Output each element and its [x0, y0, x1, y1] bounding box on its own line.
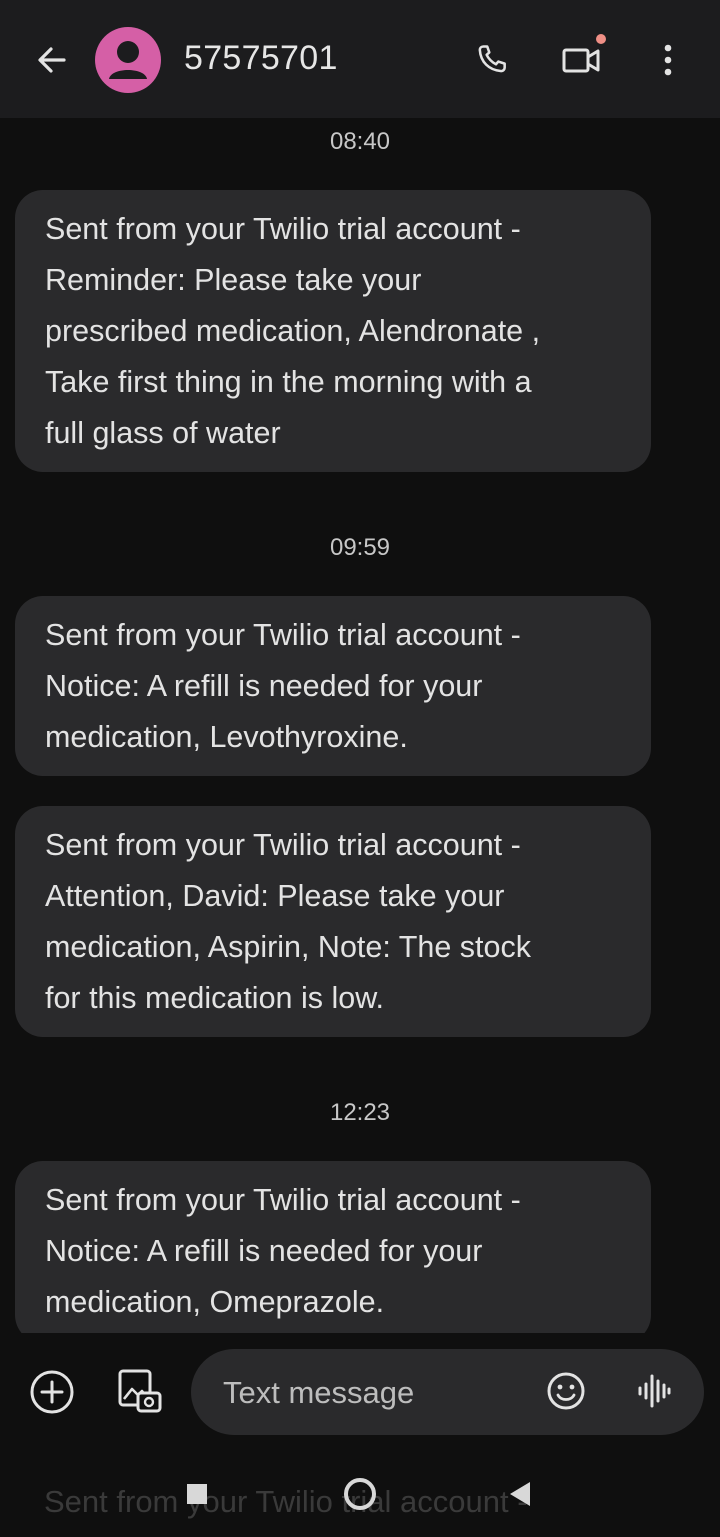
message-bubble[interactable]: Sent from your Twilio trial account - No… [15, 596, 651, 776]
message-text: Sent from your Twilio trial account - No… [45, 618, 521, 754]
message-text: Sent from your Twilio trial account - At… [45, 828, 531, 1015]
contact-name[interactable]: 57575701 [184, 39, 338, 78]
timestamp: 09:59 [329, 534, 391, 561]
voice-waveform-icon[interactable] [632, 1367, 676, 1415]
contact-avatar[interactable] [95, 27, 161, 93]
message-bubble[interactable]: Sent from your Twilio trial account - At… [15, 806, 651, 1037]
timestamp: 08:40 [329, 128, 391, 155]
message-input-container [191, 1349, 704, 1435]
message-input[interactable] [221, 1369, 545, 1417]
nav-back-triangle-icon[interactable] [506, 1479, 534, 1509]
more-vert-icon[interactable] [644, 36, 692, 84]
phone-icon[interactable] [468, 36, 516, 84]
message-text: Sent from your Twilio trial account - Re… [45, 212, 541, 450]
home-circle-icon[interactable] [341, 1475, 379, 1513]
timestamp: 12:23 [329, 1099, 391, 1126]
recents-square-icon[interactable] [184, 1481, 210, 1507]
gallery-icon[interactable] [114, 1364, 166, 1420]
message-bubble[interactable]: Sent from your Twilio trial account - Re… [15, 190, 651, 472]
avatar-person-icon [109, 41, 147, 79]
message-text: Sent from your Twilio trial account - No… [45, 1183, 521, 1319]
add-circle-icon[interactable] [26, 1366, 78, 1418]
back-arrow-icon[interactable] [28, 36, 76, 84]
notification-dot [596, 34, 606, 44]
emoji-icon[interactable] [543, 1368, 589, 1414]
message-bubble[interactable]: Sent from your Twilio trial account - No… [15, 1161, 651, 1343]
